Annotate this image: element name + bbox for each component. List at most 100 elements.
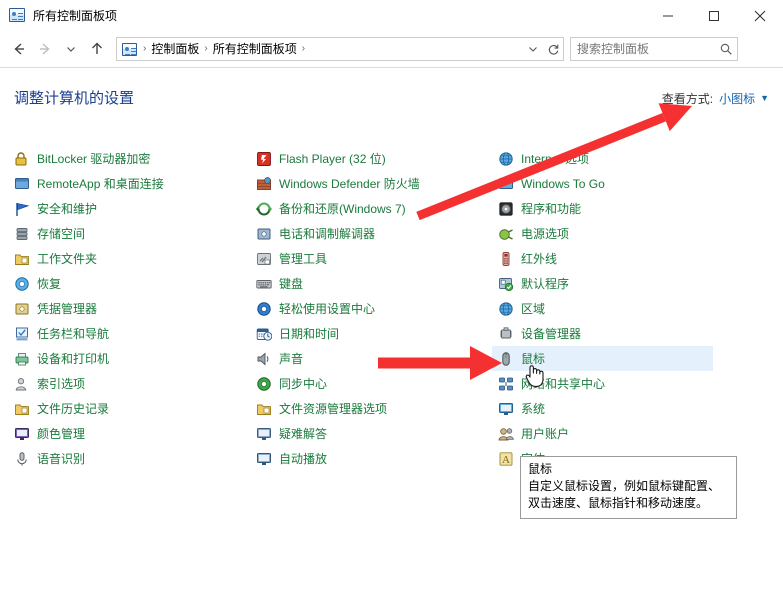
control-panel-item[interactable]: 文件资源管理器选项	[250, 396, 492, 421]
control-panel-item-label: 默认程序	[521, 276, 570, 291]
control-panel-item-label: 声音	[279, 351, 304, 366]
history-chevron-down-icon[interactable]	[58, 36, 84, 62]
control-panel-item[interactable]: Flash Player (32 位)	[250, 146, 492, 171]
breadcrumb-separator: ›	[204, 43, 208, 54]
credential-manager-icon	[14, 301, 30, 317]
window-controls	[645, 0, 783, 31]
address-bar[interactable]: › 控制面板 › 所有控制面板项 ›	[116, 37, 564, 61]
tooltip: 鼠标 自定义鼠标设置，例如鼠标键配置、双击速度、鼠标指针和移动速度。	[520, 456, 737, 519]
control-panel-item[interactable]: 备份和还原(Windows 7)	[250, 196, 492, 221]
control-panel-item[interactable]: 区域	[492, 296, 734, 321]
search-box[interactable]	[570, 37, 738, 61]
control-panel-item[interactable]: 默认程序	[492, 271, 734, 296]
control-panel-item[interactable]: 设备管理器	[492, 321, 734, 346]
control-panel-item[interactable]: 声音	[250, 346, 492, 371]
speech-recognition-icon	[14, 451, 30, 467]
power-options-icon	[498, 226, 514, 242]
control-panel-item[interactable]: 红外线	[492, 246, 734, 271]
control-panel-item[interactable]: 凭据管理器	[8, 296, 250, 321]
control-panel-item[interactable]: 设备和打印机	[8, 346, 250, 371]
internet-options-icon	[498, 151, 514, 167]
control-panel-item[interactable]: 语音识别	[8, 446, 250, 471]
control-panel-item-label: Windows Defender 防火墙	[279, 176, 420, 191]
minimize-icon[interactable]	[645, 0, 691, 31]
control-panel-item-label: 安全和维护	[37, 201, 98, 216]
phone-modem-icon	[256, 226, 272, 242]
control-panel-item[interactable]: 安全和维护	[8, 196, 250, 221]
control-panel-item-label: 设备和打印机	[37, 351, 110, 366]
network-sharing-icon	[498, 376, 514, 392]
breadcrumb-item-all-items[interactable]: 所有控制面板项	[210, 38, 300, 60]
control-panel-item-label: 备份和还原(Windows 7)	[279, 201, 406, 216]
control-panel-item[interactable]: 程序和功能	[492, 196, 734, 221]
programs-features-icon	[498, 201, 514, 217]
view-by-label: 查看方式:	[661, 92, 714, 106]
control-panel-item[interactable]: 索引选项	[8, 371, 250, 396]
up-arrow-icon[interactable]	[84, 36, 110, 62]
content-area: 调整计算机的设置 查看方式: 小图标 ▼ BitLocker 驱动器加密 Rem…	[0, 68, 783, 593]
flash-player-icon	[256, 151, 272, 167]
control-panel-item[interactable]: 任务栏和导航	[8, 321, 250, 346]
file-history-icon	[14, 401, 30, 417]
control-panel-item[interactable]: 颜色管理	[8, 421, 250, 446]
control-panel-item[interactable]: 存储空间	[8, 221, 250, 246]
page-title: 调整计算机的设置	[14, 90, 135, 107]
default-programs-icon	[498, 276, 514, 292]
control-panel-item[interactable]: 鼠标	[492, 346, 713, 371]
control-panel-item-label: 程序和功能	[521, 201, 582, 216]
control-panel-item[interactable]: 疑难解答	[250, 421, 492, 446]
control-panel-item-label: BitLocker 驱动器加密	[37, 151, 151, 166]
control-panel-item[interactable]: 电话和调制解调器	[250, 221, 492, 246]
control-panel-item-label: 鼠标	[521, 351, 546, 366]
control-panel-item[interactable]: 网络和共享中心	[492, 371, 734, 396]
control-panel-item[interactable]: 同步中心	[250, 371, 492, 396]
control-panel-item-label: 存储空间	[37, 226, 86, 241]
control-panel-item-label: 电源选项	[521, 226, 570, 241]
color-management-icon	[14, 426, 30, 442]
breadcrumb-item-control-panel[interactable]: 控制面板	[148, 38, 202, 60]
back-arrow-icon[interactable]	[6, 36, 32, 62]
control-panel-item-label: 索引选项	[37, 376, 86, 391]
control-panel-item[interactable]: 用户账户	[492, 421, 734, 446]
view-by-value[interactable]: 小图标	[719, 90, 755, 107]
control-panel-item[interactable]: Windows Defender 防火墙	[250, 171, 492, 196]
control-panel-item-label: Flash Player (32 位)	[279, 151, 386, 166]
items-column-2: Flash Player (32 位) Windows Defender 防火墙…	[250, 146, 492, 471]
search-icon[interactable]	[715, 38, 737, 60]
control-panel-item[interactable]: 恢复	[8, 271, 250, 296]
control-panel-item-label: 网络和共享中心	[521, 376, 606, 391]
admin-tools-icon	[256, 251, 272, 267]
bitlocker-icon	[14, 151, 30, 167]
chevron-down-icon[interactable]: ▼	[760, 94, 769, 103]
control-panel-item-label: 语音识别	[37, 451, 86, 466]
navigation-bar: › 控制面板 › 所有控制面板项 ›	[0, 31, 783, 67]
control-panel-item[interactable]: BitLocker 驱动器加密	[8, 146, 250, 171]
control-panel-item[interactable]: 管理工具	[250, 246, 492, 271]
control-panel-item[interactable]: 电源选项	[492, 221, 734, 246]
control-panel-item[interactable]: 键盘	[250, 271, 492, 296]
control-panel-item[interactable]: 日期和时间	[250, 321, 492, 346]
control-panel-item[interactable]: 系统	[492, 396, 734, 421]
control-panel-item-label: 日期和时间	[279, 326, 340, 341]
control-panel-item[interactable]: Internet 选项	[492, 146, 734, 171]
control-panel-item[interactable]: 文件历史记录	[8, 396, 250, 421]
region-icon	[498, 301, 514, 317]
maximize-icon[interactable]	[691, 0, 737, 31]
control-panel-item[interactable]: 工作文件夹	[8, 246, 250, 271]
control-panel-item[interactable]: 轻松使用设置中心	[250, 296, 492, 321]
forward-arrow-icon	[32, 36, 58, 62]
troubleshooting-icon	[256, 426, 272, 442]
control-panel-item-label: 自动播放	[279, 451, 328, 466]
sound-icon	[256, 351, 272, 367]
control-panel-item-label: 电话和调制解调器	[279, 226, 376, 241]
search-input[interactable]	[571, 41, 715, 57]
control-panel-item[interactable]: 自动播放	[250, 446, 492, 471]
device-manager-icon	[498, 326, 514, 342]
refresh-icon[interactable]	[543, 38, 563, 60]
close-icon[interactable]	[737, 0, 783, 31]
control-panel-icon	[122, 42, 137, 56]
address-chevron-down-icon[interactable]	[523, 38, 543, 60]
control-panel-item[interactable]: Windows To Go	[492, 171, 734, 196]
control-panel-item[interactable]: RemoteApp 和桌面连接	[8, 171, 250, 196]
control-panel-item-label: 系统	[521, 401, 546, 416]
